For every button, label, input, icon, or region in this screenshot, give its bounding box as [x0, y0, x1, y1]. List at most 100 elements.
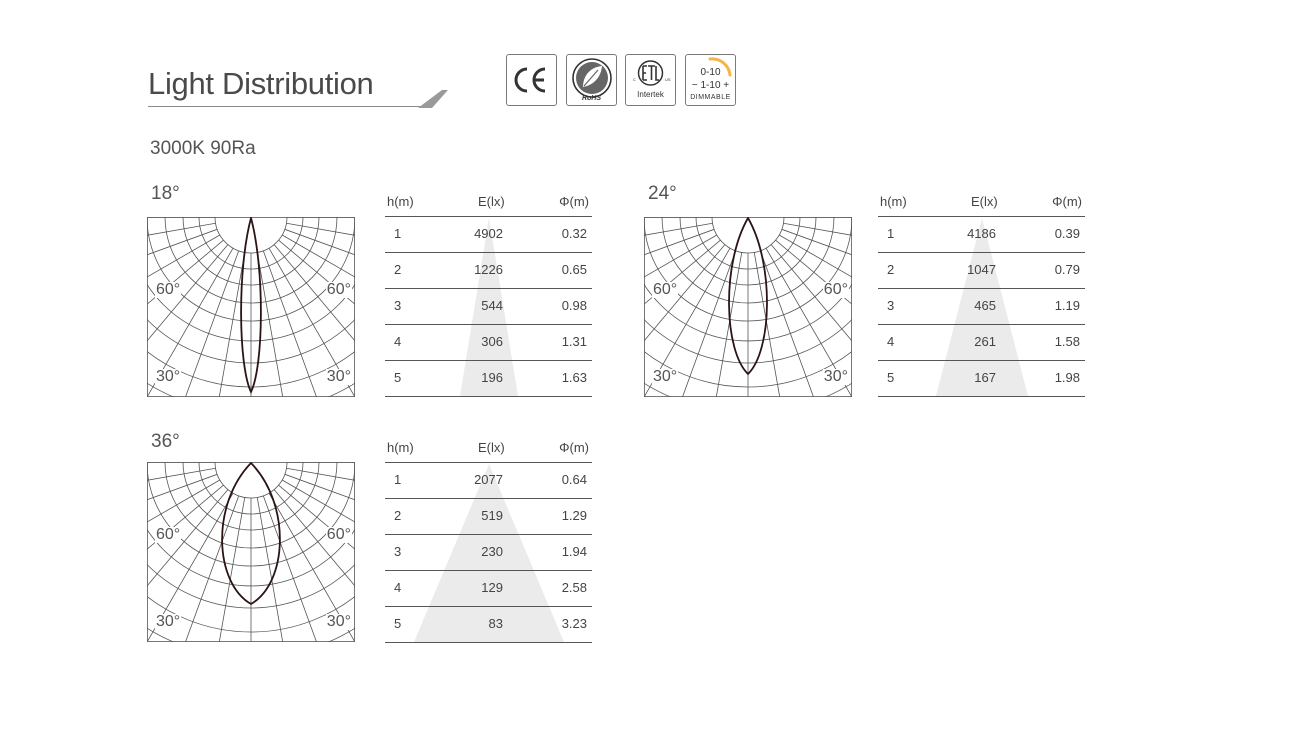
- cell-illuminance: 2077: [474, 472, 503, 487]
- polar-spoke: [147, 479, 221, 523]
- cell-height: 1: [394, 472, 402, 487]
- table-rule: [385, 216, 592, 217]
- angle-label-30-left: 30°: [155, 613, 182, 630]
- cell-height: 1: [394, 226, 402, 241]
- cell-illuminance: 544: [481, 298, 503, 313]
- cell-height: 3: [887, 298, 895, 313]
- cell-height: 4: [394, 334, 402, 349]
- table-rule: [878, 252, 1085, 253]
- angle-label-30-left: 30°: [652, 368, 679, 385]
- polar-spoke: [281, 234, 355, 278]
- polar-spoke: [286, 467, 355, 481]
- light-cone: [460, 218, 518, 396]
- beam-angle-24: 24°: [648, 183, 677, 204]
- cell-illuminance: 167: [974, 370, 996, 385]
- minus-icon: −: [691, 80, 698, 91]
- col-header-diameter: Φ(m): [559, 194, 589, 209]
- beam-angle-18: 18°: [151, 183, 180, 204]
- table-rule: [878, 396, 1085, 397]
- cell-diameter: 1.94: [561, 544, 587, 559]
- cell-diameter: 3.23: [561, 616, 587, 631]
- light-cone: [936, 218, 1028, 396]
- polar-spoke: [644, 234, 718, 278]
- polar-diagram-24: 60° 60° 30° 30°: [644, 217, 852, 397]
- polar-spoke: [147, 467, 216, 481]
- angle-label-60-left: 60°: [155, 281, 182, 298]
- table-rule: [878, 216, 1085, 217]
- table-rule: [385, 360, 592, 361]
- dimmable-step-label: 1-10: [700, 80, 721, 91]
- cell-diameter: 0.39: [1054, 226, 1080, 241]
- table-rule: [385, 396, 592, 397]
- table-rule: [878, 324, 1085, 325]
- cell-illuminance: 1226: [474, 262, 503, 277]
- cell-diameter: 0.79: [1054, 262, 1080, 277]
- color-temperature-cri: 3000K 90Ra: [150, 138, 256, 159]
- cell-diameter: 1.19: [1054, 298, 1080, 313]
- cell-height: 5: [394, 370, 402, 385]
- svg-text:C: C: [633, 77, 636, 82]
- cell-illuminance: 465: [974, 298, 996, 313]
- etl-intertek-icon: C US Intertek: [625, 54, 676, 106]
- cell-height: 4: [394, 580, 402, 595]
- cell-diameter: 1.31: [561, 334, 587, 349]
- col-header-height: h(m): [387, 194, 414, 209]
- cell-illuminance: 1047: [967, 262, 996, 277]
- cell-height: 3: [394, 298, 402, 313]
- polar-spoke: [783, 222, 852, 236]
- title-corner-accent: [418, 90, 448, 108]
- table-rule: [385, 570, 592, 571]
- cell-illuminance: 230: [481, 544, 503, 559]
- cell-height: 3: [394, 544, 402, 559]
- table-rule: [385, 288, 592, 289]
- cell-height: 5: [887, 370, 895, 385]
- angle-label-30-right: 30°: [325, 613, 352, 630]
- illuminance-table-18: h(m) E(lx) Φ(m) 1 4902 0.32 2 1226 0.65 3 544 0.98 4…: [385, 190, 592, 404]
- cell-diameter: 0.98: [561, 298, 587, 313]
- col-header-illuminance: E(lx): [478, 194, 505, 209]
- angle-label-60-left: 60°: [652, 281, 679, 298]
- table-rule: [385, 606, 592, 607]
- title-underline: [148, 106, 430, 107]
- polar-spoke: [778, 234, 852, 278]
- page-title: Light Distribution: [148, 66, 374, 101]
- dimmable-step-row: − 1-10 +: [686, 80, 735, 91]
- polar-spoke: [286, 222, 355, 236]
- dimmable-range-label: 0-10: [700, 67, 721, 78]
- table-rule: [385, 252, 592, 253]
- polar-spoke: [644, 222, 713, 236]
- cell-height: 1: [887, 226, 895, 241]
- cell-height: 4: [887, 334, 895, 349]
- table-rule: [385, 462, 592, 463]
- angle-label-60-right: 60°: [325, 281, 352, 298]
- cell-diameter: 1.63: [561, 370, 587, 385]
- cell-illuminance: 4902: [474, 226, 503, 241]
- cell-height: 2: [887, 262, 895, 277]
- intertek-label: Intertek: [637, 90, 664, 99]
- svg-text:US: US: [665, 77, 671, 82]
- table-rule: [385, 498, 592, 499]
- polar-spoke: [281, 479, 355, 523]
- cell-diameter: 1.98: [1054, 370, 1080, 385]
- table-rule: [385, 534, 592, 535]
- angle-label-60-left: 60°: [155, 526, 182, 543]
- cell-illuminance: 306: [481, 334, 503, 349]
- angle-label-60-right: 60°: [822, 281, 849, 298]
- polar-diagram-36: 60° 60° 30° 30°: [147, 462, 355, 642]
- ce-mark-icon: [506, 54, 557, 106]
- cell-diameter: 0.32: [561, 226, 587, 241]
- table-rule: [878, 360, 1085, 361]
- dimmable-icon: 0-10 − 1-10 + DIMMABLE: [685, 54, 736, 106]
- cell-illuminance: 129: [481, 580, 503, 595]
- col-header-diameter: Φ(m): [559, 440, 589, 455]
- cell-illuminance: 196: [481, 370, 503, 385]
- col-header-height: h(m): [880, 194, 907, 209]
- col-header-illuminance: E(lx): [478, 440, 505, 455]
- polar-spoke: [147, 222, 216, 236]
- dimmable-label: DIMMABLE: [690, 94, 731, 101]
- polar-diagram-18: 60° 60° 30° 30°: [147, 217, 355, 397]
- angle-label-30-right: 30°: [822, 368, 849, 385]
- angle-label-30-left: 30°: [155, 368, 182, 385]
- illuminance-table-36: h(m) E(lx) Φ(m) 1 2077 0.64 2 519 1.29 3 230 1.94 4 1…: [385, 436, 592, 650]
- cell-height: 5: [394, 616, 402, 631]
